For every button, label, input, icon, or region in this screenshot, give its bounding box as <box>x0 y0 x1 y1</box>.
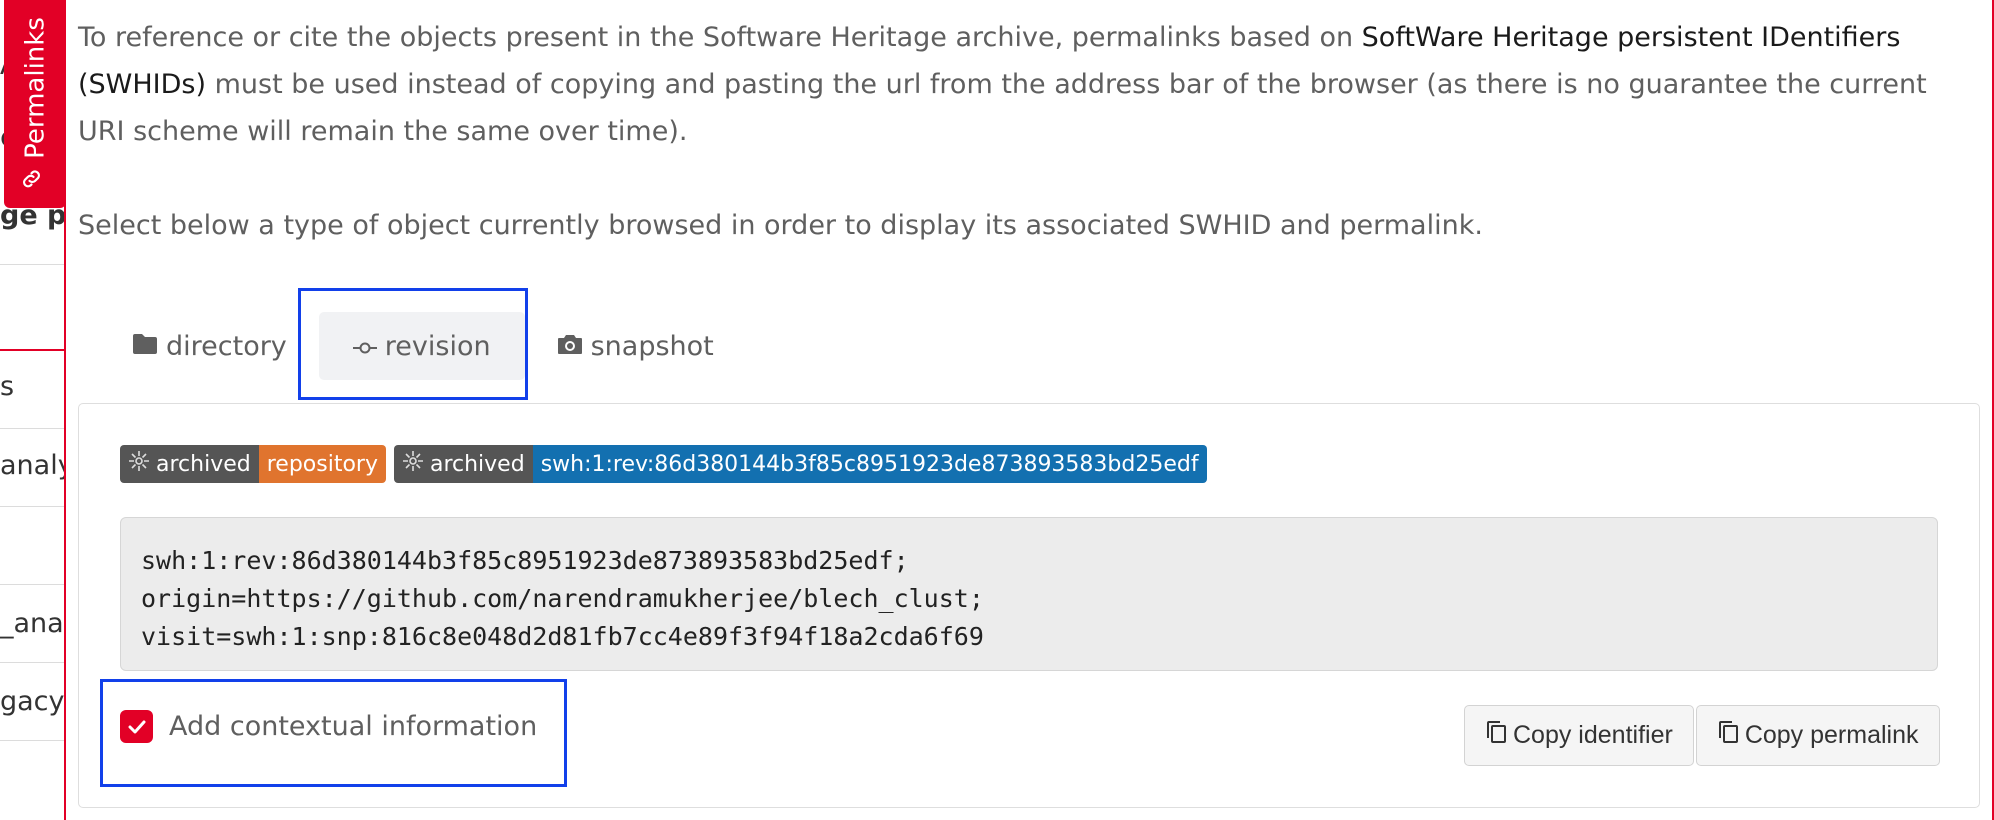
intro-part: To reference or cite the objects present… <box>78 22 1362 53</box>
intro-part: must be used instead of copying and past… <box>78 69 1927 147</box>
highlight-box <box>298 288 528 400</box>
copy-icon <box>1485 720 1507 751</box>
link-icon <box>20 167 51 191</box>
swh-logo-icon <box>402 450 424 478</box>
tab-label: directory <box>166 330 287 362</box>
permalinks-tab-label: Permalinks <box>20 17 50 159</box>
swhid-line: visit=swh:1:snp:816c8e048d2d81fb7cc4e89f… <box>141 622 984 651</box>
badge-right-label: repository <box>258 445 386 483</box>
swh-logo-icon <box>128 450 150 478</box>
badge-left: archived <box>393 445 533 483</box>
tab-label: snapshot <box>590 330 714 362</box>
tab-snapshot[interactable]: snapshot <box>543 312 728 380</box>
divider <box>0 349 66 351</box>
folder-icon <box>132 331 158 362</box>
contextual-info-option[interactable]: Add contextual information <box>120 710 537 743</box>
copy-buttons: Copy identifier Copy permalink <box>1464 705 1940 766</box>
permalinks-toggle-tab[interactable]: Permalinks <box>4 0 66 208</box>
camera-icon <box>557 331 583 362</box>
tab-directory[interactable]: directory <box>118 312 301 380</box>
archived-swhid-badge[interactable]: archived swh:1:rev:86d380144b3f85c895192… <box>393 445 1207 483</box>
copy-permalink-button[interactable]: Copy permalink <box>1695 705 1940 766</box>
bg-fragment: _anal <box>0 608 66 639</box>
intro-text: To reference or cite the objects present… <box>78 14 1978 155</box>
divider <box>0 662 66 663</box>
divider <box>0 428 66 429</box>
divider <box>0 506 66 507</box>
swhid-text-box[interactable]: swh:1:rev:86d380144b3f85c8951923de873893… <box>120 517 1938 671</box>
swhid-line: swh:1:rev:86d380144b3f85c8951923de873893… <box>141 546 909 575</box>
divider <box>0 740 66 741</box>
badge-left-label: archived <box>429 451 525 477</box>
badge-right-label: swh:1:rev:86d380144b3f85c8951923de873893… <box>532 445 1207 483</box>
badges-row: archived repository archived swh:1:rev:8… <box>120 445 1207 483</box>
contextual-info-label: Add contextual information <box>169 711 538 742</box>
bg-fragment: s <box>0 371 15 402</box>
swhid-line: origin=https://github.com/narendramukher… <box>141 584 984 613</box>
copy-identifier-label: Copy identifier <box>1513 721 1673 749</box>
archived-repository-badge[interactable]: archived repository <box>120 445 386 483</box>
copy-permalink-label: Copy permalink <box>1744 721 1919 749</box>
badge-left-label: archived <box>156 451 251 477</box>
select-instructions: Select below a type of object currently … <box>78 210 1483 241</box>
badge-left: archived <box>120 445 259 483</box>
copy-icon <box>1717 720 1739 751</box>
divider <box>0 264 66 265</box>
copy-identifier-button[interactable]: Copy identifier <box>1464 705 1694 766</box>
bg-fragment: gacy_( <box>0 686 66 717</box>
bg-fragment: analy <box>0 450 66 481</box>
contextual-info-checkbox[interactable] <box>120 710 153 743</box>
divider <box>0 584 66 585</box>
